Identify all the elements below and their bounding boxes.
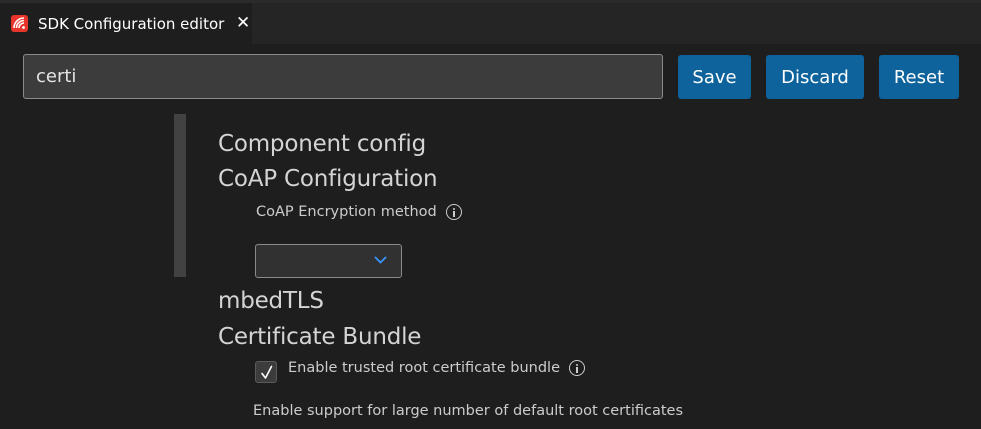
section-heading-certificate-bundle: Certificate Bundle <box>218 324 422 350</box>
search-input[interactable] <box>23 54 663 99</box>
section-heading-mbedtls: mbedTLS <box>218 288 324 314</box>
enable-cert-bundle-label: Enable trusted root certificate bundle <box>288 360 561 376</box>
enable-cert-bundle-field: Enable trusted root certificate bundle <box>288 360 586 376</box>
info-icon[interactable] <box>569 360 586 376</box>
chevron-down-icon <box>374 256 387 264</box>
enable-cert-bundle-checkbox[interactable] <box>255 361 277 383</box>
espressif-logo-icon <box>11 15 28 32</box>
close-icon[interactable]: ✕ <box>234 15 252 32</box>
checkmark-icon <box>261 365 273 379</box>
coap-encryption-method-label: CoAP Encryption method <box>256 204 437 220</box>
cert-bundle-description: Enable support for large number of defau… <box>253 403 683 419</box>
discard-button[interactable]: Discard <box>766 55 864 99</box>
section-scroll-indicator[interactable] <box>174 114 186 277</box>
info-icon[interactable] <box>445 204 462 220</box>
coap-encryption-method-select[interactable] <box>255 244 402 278</box>
tab-sdk-configuration-editor[interactable]: SDK Configuration editor ✕ <box>0 3 252 44</box>
tab-bar: SDK Configuration editor ✕ <box>0 3 981 44</box>
reset-button[interactable]: Reset <box>879 55 959 99</box>
section-heading-component-config: Component config <box>218 131 427 157</box>
section-heading-coap-configuration: CoAP Configuration <box>218 166 438 192</box>
tab-title: SDK Configuration editor <box>38 14 225 33</box>
save-button[interactable]: Save <box>678 55 751 99</box>
coap-encryption-method-field: CoAP Encryption method <box>256 204 462 220</box>
